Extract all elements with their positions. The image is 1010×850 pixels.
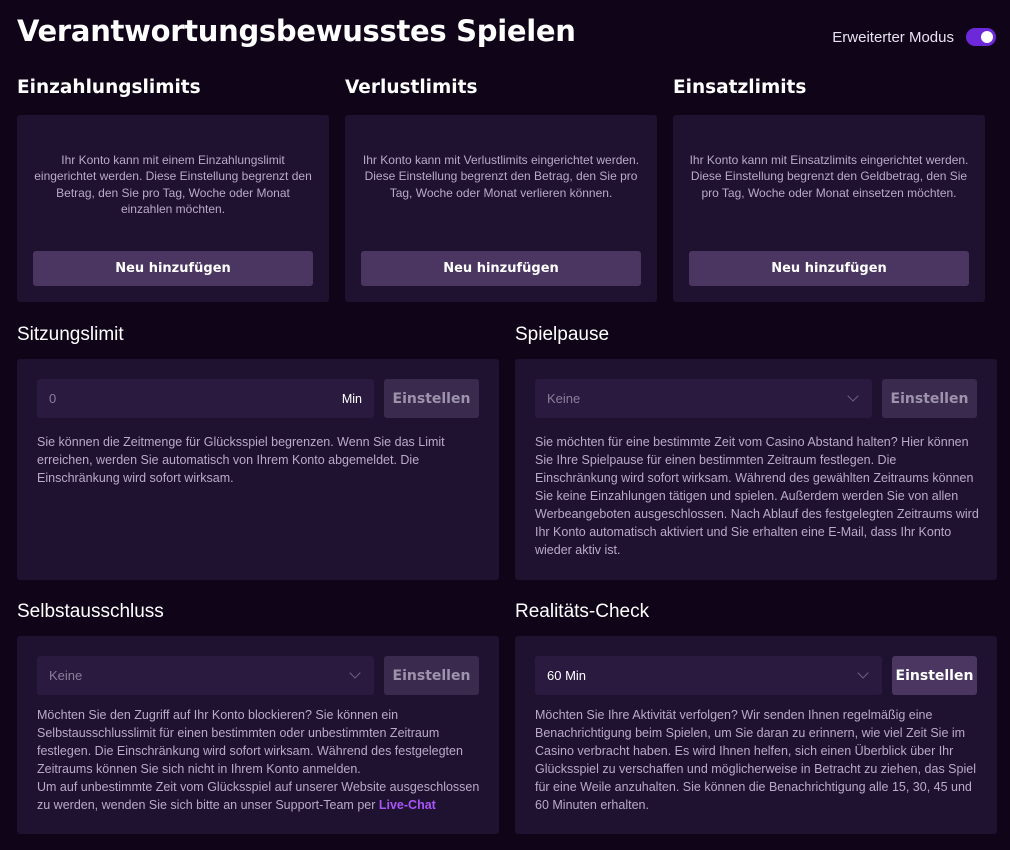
wager-limits-card: Ihr Konto kann mit Einsatzlimits eingeri… <box>673 115 985 302</box>
advanced-mode-switch[interactable] <box>966 28 996 46</box>
session-limit-description: Sie können die Zeitmenge für Glücksspiel… <box>37 435 445 485</box>
add-wager-limit-button[interactable]: Neu hinzufügen <box>689 251 969 286</box>
switch-knob <box>981 31 993 43</box>
advanced-mode-toggle[interactable]: Erweiterter Modus <box>832 28 996 46</box>
game-break-card: Keine Einstellen Sie möchten für eine be… <box>515 359 997 580</box>
game-break-select[interactable]: Keine <box>535 379 872 418</box>
self-exclusion-title: Selbstausschluss <box>17 601 164 622</box>
deposit-limits-text: Ihr Konto kann mit einem Einzahlungslimi… <box>34 153 312 216</box>
add-loss-limit-button[interactable]: Neu hinzufügen <box>361 251 641 286</box>
session-limit-set-button[interactable]: Einstellen <box>384 379 479 418</box>
session-limit-card: 0 Min Einstellen Sie können die Zeitmeng… <box>17 359 499 580</box>
loss-limits-text: Ihr Konto kann mit Verlustlimits eingeri… <box>362 153 640 200</box>
self-exclusion-support-text: Um auf unbestimmte Zeit vom Glücksspiel … <box>37 778 481 814</box>
deposit-limits-card: Ihr Konto kann mit einem Einzahlungslimi… <box>17 115 329 302</box>
self-exclusion-card: Keine Einstellen Möchten Sie den Zugriff… <box>17 636 499 834</box>
game-break-description: Sie möchten für eine bestimmte Zeit vom … <box>535 435 979 557</box>
reality-check-select[interactable]: 60 Min <box>535 656 882 695</box>
loss-limits-card: Ihr Konto kann mit Verlustlimits eingeri… <box>345 115 657 302</box>
reality-check-description: Möchten Sie Ihre Aktivität verfolgen? Wi… <box>535 708 976 812</box>
reality-check-set-button[interactable]: Einstellen <box>892 656 977 695</box>
game-break-set-button[interactable]: Einstellen <box>882 379 977 418</box>
chevron-down-icon <box>349 667 361 679</box>
add-deposit-limit-button[interactable]: Neu hinzufügen <box>33 251 313 286</box>
session-limit-title: Sitzungslimit <box>17 324 124 345</box>
self-exclusion-select-value: Keine <box>49 668 83 683</box>
advanced-mode-label: Erweiterter Modus <box>832 28 954 46</box>
game-break-select-value: Keine <box>547 391 581 406</box>
self-exclusion-set-button[interactable]: Einstellen <box>384 656 479 695</box>
self-exclusion-text: Möchten Sie den Zugriff auf Ihr Konto bl… <box>37 708 463 776</box>
page-title: Verantwortungsbewusstes Spielen <box>17 14 576 48</box>
wager-limits-title: Einsatzlimits <box>673 77 807 98</box>
session-limit-input[interactable]: 0 Min <box>37 379 374 418</box>
game-break-title: Spielpause <box>515 324 610 345</box>
self-exclusion-select[interactable]: Keine <box>37 656 374 695</box>
live-chat-link[interactable]: Live-Chat <box>379 798 436 812</box>
loss-limits-title: Verlustlimits <box>345 77 478 98</box>
reality-check-card: 60 Min Einstellen Möchten Sie Ihre Aktiv… <box>515 636 997 834</box>
session-limit-value: 0 <box>49 391 57 406</box>
deposit-limits-title: Einzahlungslimits <box>17 77 201 98</box>
reality-check-title: Realitäts-Check <box>515 601 650 622</box>
reality-check-select-value: 60 Min <box>547 668 587 683</box>
self-exclusion-description: Möchten Sie den Zugriff auf Ihr Konto bl… <box>37 706 481 814</box>
chevron-down-icon <box>847 390 859 402</box>
chevron-down-icon <box>857 667 869 679</box>
wager-limits-text: Ihr Konto kann mit Einsatzlimits eingeri… <box>689 153 969 200</box>
session-limit-unit: Min <box>341 391 362 406</box>
